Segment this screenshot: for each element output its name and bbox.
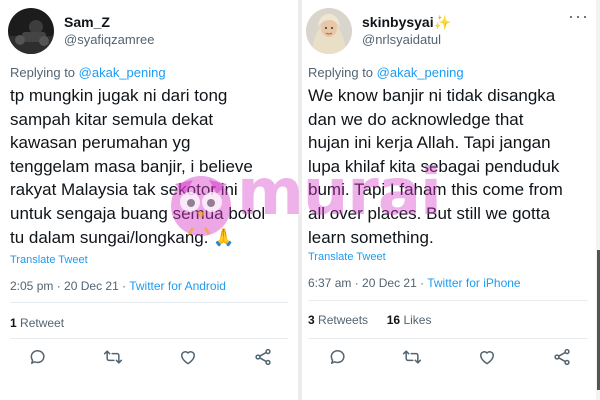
tweet-actions <box>0 347 298 373</box>
sparkle-badge-icon: ✨ <box>433 14 452 30</box>
translate-tweet-link[interactable]: Translate Tweet <box>308 251 386 263</box>
tweet-meta: 2:05 pm · 20 Dec 21 · Twitter for Androi… <box>10 279 226 293</box>
divider <box>308 338 588 339</box>
divider <box>308 300 588 301</box>
divider <box>10 338 288 339</box>
tweet-source[interactable]: Twitter for iPhone <box>427 276 520 290</box>
tweet-body-line: tp mungkin jugak ni dari tong <box>10 86 228 105</box>
reply-icon[interactable] <box>328 347 350 369</box>
more-options-icon[interactable]: ··· <box>568 6 589 27</box>
tweet-source[interactable]: Twitter for Android <box>129 279 226 293</box>
avatar[interactable] <box>306 8 352 54</box>
retweet-icon[interactable] <box>402 347 424 369</box>
tweet-body: tp mungkin jugak ni dari tong sampah kit… <box>10 84 265 249</box>
retweet-count: 3 <box>308 313 315 327</box>
tweet-stats: 3 Retweets 16 Likes <box>308 313 431 327</box>
retweet-count: 1 <box>10 316 17 330</box>
retweet-label: Retweets <box>318 313 369 327</box>
tweet-body-line: tu dalam sungai/longkang. 🙏 <box>10 227 235 247</box>
author-name[interactable]: skinbysyai <box>362 14 434 30</box>
reply-mention-link[interactable]: @akak_pening <box>79 65 166 80</box>
tweet-body-line: tenggelam masa banjir, i believe <box>10 156 253 176</box>
tweet-time[interactable]: 6:37 am <box>308 276 351 290</box>
replying-to-line: Replying to @akak_pening <box>308 65 464 80</box>
tweet-body-line: untuk sengaja buang semua botol <box>10 203 266 223</box>
tweet-card-right: skinbysyai✨ @nrlsyaidatul ··· Replying t… <box>302 0 596 400</box>
likes-stat[interactable]: 16 Likes <box>387 313 432 327</box>
author-handle[interactable]: @nrlsyaidatul <box>362 32 441 47</box>
tweet-body-line: dan we do acknowledge that <box>308 109 524 129</box>
tweet-time[interactable]: 2:05 pm <box>10 279 53 293</box>
likes-count: 16 <box>386 313 401 327</box>
tweet-actions <box>302 347 596 373</box>
translate-tweet-link[interactable]: Translate Tweet <box>10 254 88 266</box>
tweet-body-line: rakyat Malaysia tak sekotor ini <box>10 180 238 200</box>
divider <box>10 302 288 303</box>
replying-to-line: Replying to @akak_pening <box>10 65 166 80</box>
tweet-stats: 1 Retweet <box>10 316 64 330</box>
avatar[interactable] <box>8 8 54 54</box>
retweet-stat[interactable]: 3 Retweets <box>308 313 368 327</box>
likes-label: Likes <box>403 313 432 327</box>
retweet-icon[interactable] <box>103 347 125 369</box>
tweet-meta: 6:37 am · 20 Dec 21 · Twitter for iPhone <box>308 276 521 290</box>
tweet-body-line: sampah kitar semula dekat <box>10 109 214 129</box>
replying-prefix: Replying to <box>10 65 76 80</box>
like-icon[interactable] <box>477 347 499 369</box>
tweet-card-left: Sam_Z @syafiqzamree Replying to @akak_pe… <box>0 0 298 400</box>
author-handle[interactable]: @syafiqzamree <box>64 32 155 47</box>
retweet-stat[interactable]: 1 Retweet <box>10 316 64 330</box>
tweet-body-line: bumi. Tapi I faham this come from <box>308 180 563 200</box>
tweet-body: We know banjir ni tidak disangka dan we … <box>308 84 563 249</box>
tweet-body-line: hujan ini kerja Allah. Tapi jangan <box>308 133 551 153</box>
tweet-date[interactable]: 20 Dec 21 <box>64 279 119 293</box>
author-name-row: skinbysyai✨ <box>362 14 451 31</box>
tweet-body-line: We know banjir ni tidak disangka <box>308 86 556 105</box>
tweet-date[interactable]: 20 Dec 21 <box>362 276 417 290</box>
retweet-label: Retweet <box>20 316 65 330</box>
reply-mention-link[interactable]: @akak_pening <box>377 65 464 80</box>
tweet-body-line: all over places. But still we gotta <box>308 203 550 223</box>
tweet-body-line: learn something. <box>308 227 434 247</box>
like-icon[interactable] <box>178 347 200 369</box>
reply-icon[interactable] <box>28 347 50 369</box>
replying-prefix: Replying to <box>308 65 374 80</box>
tweet-body-line: kawasan perumahan yg <box>10 133 191 153</box>
author-name[interactable]: Sam_Z <box>64 14 110 30</box>
share-icon[interactable] <box>552 347 574 369</box>
tweet-body-line: lupa khilaf kita sebagai penduduk <box>308 156 560 176</box>
share-icon[interactable] <box>253 347 275 369</box>
